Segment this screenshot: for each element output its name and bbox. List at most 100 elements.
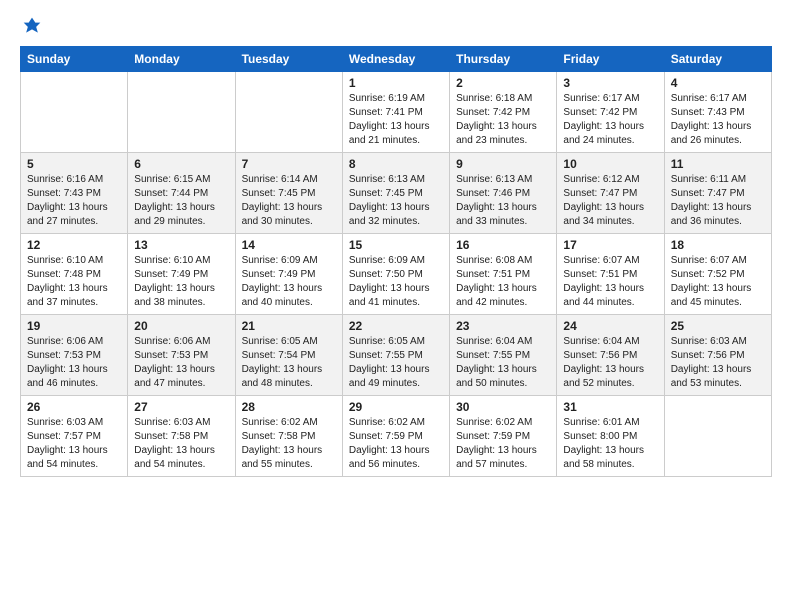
day-cell-27: 27 Sunrise: 6:03 AM Sunset: 7:58 PM Dayli… xyxy=(128,396,235,477)
day-number: 14 xyxy=(242,238,336,252)
day-cell-24: 24 Sunrise: 6:04 AM Sunset: 7:56 PM Dayli… xyxy=(557,315,664,396)
day-info: Sunrise: 6:07 AM Sunset: 7:52 PM Dayligh… xyxy=(671,254,765,310)
day-number: 27 xyxy=(134,400,228,414)
day-number: 29 xyxy=(349,400,443,414)
day-info: Sunrise: 6:06 AM Sunset: 7:53 PM Dayligh… xyxy=(134,335,228,391)
day-number: 30 xyxy=(456,400,550,414)
empty-cell xyxy=(21,72,128,153)
day-info: Sunrise: 6:05 AM Sunset: 7:55 PM Dayligh… xyxy=(349,335,443,391)
day-info: Sunrise: 6:03 AM Sunset: 7:58 PM Dayligh… xyxy=(134,416,228,472)
weekday-header-wednesday: Wednesday xyxy=(342,47,449,72)
day-number: 23 xyxy=(456,319,550,333)
day-info: Sunrise: 6:02 AM Sunset: 7:58 PM Dayligh… xyxy=(242,416,336,472)
weekday-header-sunday: Sunday xyxy=(21,47,128,72)
day-cell-23: 23 Sunrise: 6:04 AM Sunset: 7:55 PM Dayli… xyxy=(450,315,557,396)
day-info: Sunrise: 6:04 AM Sunset: 7:56 PM Dayligh… xyxy=(563,335,657,391)
day-number: 11 xyxy=(671,157,765,171)
day-cell-29: 29 Sunrise: 6:02 AM Sunset: 7:59 PM Dayli… xyxy=(342,396,449,477)
week-row-5: 26 Sunrise: 6:03 AM Sunset: 7:57 PM Dayli… xyxy=(21,396,772,477)
weekday-header-friday: Friday xyxy=(557,47,664,72)
day-info: Sunrise: 6:05 AM Sunset: 7:54 PM Dayligh… xyxy=(242,335,336,391)
day-cell-4: 4 Sunrise: 6:17 AM Sunset: 7:43 PM Daylig… xyxy=(664,72,771,153)
header xyxy=(20,16,772,36)
calendar: SundayMondayTuesdayWednesdayThursdayFrid… xyxy=(20,46,772,477)
day-cell-21: 21 Sunrise: 6:05 AM Sunset: 7:54 PM Dayli… xyxy=(235,315,342,396)
day-number: 8 xyxy=(349,157,443,171)
day-cell-28: 28 Sunrise: 6:02 AM Sunset: 7:58 PM Dayli… xyxy=(235,396,342,477)
week-row-4: 19 Sunrise: 6:06 AM Sunset: 7:53 PM Dayli… xyxy=(21,315,772,396)
day-info: Sunrise: 6:12 AM Sunset: 7:47 PM Dayligh… xyxy=(563,173,657,229)
day-cell-19: 19Sunrise: 6:06 AM Sunset: 7:53 PM Dayli… xyxy=(21,315,128,396)
day-info: Sunrise: 6:10 AM Sunset: 7:48 PM Dayligh… xyxy=(27,254,121,310)
week-row-2: 5 Sunrise: 6:16 AM Sunset: 7:43 PM Daylig… xyxy=(21,153,772,234)
day-cell-1: 1 Sunrise: 6:19 AM Sunset: 7:41 PM Daylig… xyxy=(342,72,449,153)
week-row-1: 1 Sunrise: 6:19 AM Sunset: 7:41 PM Daylig… xyxy=(21,72,772,153)
day-cell-7: 7 Sunrise: 6:14 AM Sunset: 7:45 PM Daylig… xyxy=(235,153,342,234)
day-number: 18 xyxy=(671,238,765,252)
weekday-header-tuesday: Tuesday xyxy=(235,47,342,72)
day-info: Sunrise: 6:02 AM Sunset: 7:59 PM Dayligh… xyxy=(456,416,550,472)
day-cell-9: 9Sunrise: 6:13 AM Sunset: 7:46 PM Daylig… xyxy=(450,153,557,234)
day-number: 9 xyxy=(456,157,550,171)
day-number: 2 xyxy=(456,76,550,90)
day-number: 15 xyxy=(349,238,443,252)
day-number: 22 xyxy=(349,319,443,333)
logo xyxy=(20,16,42,36)
day-info: Sunrise: 6:03 AM Sunset: 7:57 PM Dayligh… xyxy=(27,416,121,472)
day-number: 6 xyxy=(134,157,228,171)
day-info: Sunrise: 6:14 AM Sunset: 7:45 PM Dayligh… xyxy=(242,173,336,229)
day-info: Sunrise: 6:16 AM Sunset: 7:43 PM Dayligh… xyxy=(27,173,121,229)
day-number: 1 xyxy=(349,76,443,90)
day-cell-20: 20 Sunrise: 6:06 AM Sunset: 7:53 PM Dayli… xyxy=(128,315,235,396)
day-number: 21 xyxy=(242,319,336,333)
day-number: 26 xyxy=(27,400,121,414)
day-number: 10 xyxy=(563,157,657,171)
day-number: 31 xyxy=(563,400,657,414)
day-number: 4 xyxy=(671,76,765,90)
empty-cell xyxy=(235,72,342,153)
day-number: 25 xyxy=(671,319,765,333)
day-info: Sunrise: 6:08 AM Sunset: 7:51 PM Dayligh… xyxy=(456,254,550,310)
day-cell-10: 10 Sunrise: 6:12 AM Sunset: 7:47 PM Dayli… xyxy=(557,153,664,234)
logo-icon xyxy=(22,16,42,36)
day-number: 19 xyxy=(27,319,121,333)
day-cell-25: 25 Sunrise: 6:03 AM Sunset: 7:56 PM Dayli… xyxy=(664,315,771,396)
day-info: Sunrise: 6:03 AM Sunset: 7:56 PM Dayligh… xyxy=(671,335,765,391)
day-cell-12: 12 Sunrise: 6:10 AM Sunset: 7:48 PM Dayli… xyxy=(21,234,128,315)
day-cell-2: 2 Sunrise: 6:18 AM Sunset: 7:42 PM Daylig… xyxy=(450,72,557,153)
day-number: 20 xyxy=(134,319,228,333)
day-cell-17: 17 Sunrise: 6:07 AM Sunset: 7:51 PM Dayli… xyxy=(557,234,664,315)
day-cell-22: 22 Sunrise: 6:05 AM Sunset: 7:55 PM Dayli… xyxy=(342,315,449,396)
day-number: 13 xyxy=(134,238,228,252)
page: SundayMondayTuesdayWednesdayThursdayFrid… xyxy=(0,0,792,612)
day-cell-26: 26 Sunrise: 6:03 AM Sunset: 7:57 PM Dayli… xyxy=(21,396,128,477)
day-info: Sunrise: 6:19 AM Sunset: 7:41 PM Dayligh… xyxy=(349,92,443,148)
day-cell-16: 16 Sunrise: 6:08 AM Sunset: 7:51 PM Dayli… xyxy=(450,234,557,315)
day-info: Sunrise: 6:04 AM Sunset: 7:55 PM Dayligh… xyxy=(456,335,550,391)
day-number: 24 xyxy=(563,319,657,333)
day-info: Sunrise: 6:17 AM Sunset: 7:42 PM Dayligh… xyxy=(563,92,657,148)
day-info: Sunrise: 6:02 AM Sunset: 7:59 PM Dayligh… xyxy=(349,416,443,472)
day-number: 5 xyxy=(27,157,121,171)
day-number: 16 xyxy=(456,238,550,252)
day-number: 17 xyxy=(563,238,657,252)
day-cell-13: 13Sunrise: 6:10 AM Sunset: 7:49 PM Dayli… xyxy=(128,234,235,315)
day-info: Sunrise: 6:18 AM Sunset: 7:42 PM Dayligh… xyxy=(456,92,550,148)
weekday-header-row: SundayMondayTuesdayWednesdayThursdayFrid… xyxy=(21,47,772,72)
day-info: Sunrise: 6:17 AM Sunset: 7:43 PM Dayligh… xyxy=(671,92,765,148)
day-cell-11: 11Sunrise: 6:11 AM Sunset: 7:47 PM Dayli… xyxy=(664,153,771,234)
logo-text xyxy=(20,16,42,36)
day-number: 28 xyxy=(242,400,336,414)
day-number: 12 xyxy=(27,238,121,252)
day-info: Sunrise: 6:01 AM Sunset: 8:00 PM Dayligh… xyxy=(563,416,657,472)
weekday-header-saturday: Saturday xyxy=(664,47,771,72)
day-info: Sunrise: 6:07 AM Sunset: 7:51 PM Dayligh… xyxy=(563,254,657,310)
day-info: Sunrise: 6:09 AM Sunset: 7:50 PM Dayligh… xyxy=(349,254,443,310)
day-cell-8: 8Sunrise: 6:13 AM Sunset: 7:45 PM Daylig… xyxy=(342,153,449,234)
day-info: Sunrise: 6:15 AM Sunset: 7:44 PM Dayligh… xyxy=(134,173,228,229)
day-cell-15: 15 Sunrise: 6:09 AM Sunset: 7:50 PM Dayli… xyxy=(342,234,449,315)
day-number: 7 xyxy=(242,157,336,171)
day-cell-30: 30 Sunrise: 6:02 AM Sunset: 7:59 PM Dayli… xyxy=(450,396,557,477)
week-row-3: 12 Sunrise: 6:10 AM Sunset: 7:48 PM Dayli… xyxy=(21,234,772,315)
day-cell-31: 31 Sunrise: 6:01 AM Sunset: 8:00 PM Dayli… xyxy=(557,396,664,477)
